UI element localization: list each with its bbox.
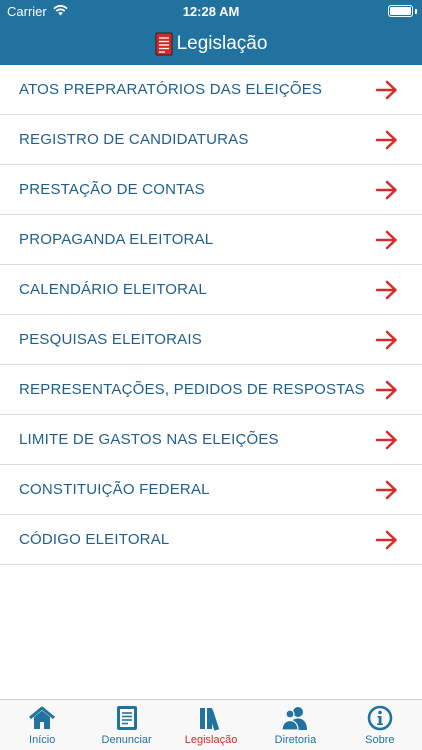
list-item-constituicao-federal[interactable]: CONSTITUIÇÃO FEDERAL	[0, 465, 422, 515]
arrow-right-icon	[376, 330, 397, 350]
list-item-representacoes[interactable]: REPRESENTAÇÕES, PEDIDOS DE RESPOSTAS	[0, 365, 422, 415]
arrow-right-icon	[376, 80, 397, 100]
arrow-right-icon	[376, 380, 397, 400]
tab-inicio[interactable]: Início	[0, 700, 84, 750]
list-item-prestacao-contas[interactable]: PRESTAÇÃO DE CONTAS	[0, 165, 422, 215]
tab-label: Diretoria	[274, 734, 317, 746]
tab-denunciar[interactable]: Denunciar	[84, 700, 168, 750]
list-item-propaganda-eleitoral[interactable]: PROPAGANDA ELEITORAL	[0, 215, 422, 265]
tab-legislacao[interactable]: Legislação	[169, 700, 253, 750]
tab-label: Sobre	[365, 734, 395, 746]
list-item-calendario-eleitoral[interactable]: CALENDÁRIO ELEITORAL	[0, 265, 422, 315]
arrow-right-icon	[376, 230, 397, 250]
list-item-label: PROPAGANDA ELEITORAL	[19, 231, 214, 248]
list-item-label: ATOS PREPRARATÓRIOS DAS ELEIÇÕES	[19, 81, 323, 98]
status-bar: Carrier 12:28 AM	[0, 0, 422, 22]
arrow-right-icon	[376, 480, 397, 500]
tab-label: Legislação	[184, 734, 238, 746]
arrow-right-icon	[376, 530, 397, 550]
arrow-right-icon	[376, 180, 397, 200]
list-item-registro-candidaturas[interactable]: REGISTRO DE CANDIDATURAS	[0, 115, 422, 165]
list-item-label: CONSTITUIÇÃO FEDERAL	[19, 481, 210, 498]
list-item-label: PRESTAÇÃO DE CONTAS	[19, 181, 205, 198]
list-item-label: LIMITE DE GASTOS NAS ELEIÇÕES	[19, 431, 279, 448]
list-item-limite-gastos[interactable]: LIMITE DE GASTOS NAS ELEIÇÕES	[0, 415, 422, 465]
list-item-codigo-eleitoral[interactable]: CÓDIGO ELEITORAL	[0, 515, 422, 565]
tab-label: Início	[29, 734, 56, 746]
battery-icon	[388, 5, 413, 17]
books-icon	[200, 708, 220, 731]
list-item-pesquisas-eleitorais[interactable]: PESQUISAS ELEITORAIS	[0, 315, 422, 365]
info-icon	[367, 705, 393, 731]
arrow-right-icon	[376, 430, 397, 450]
list-item-label: REPRESENTAÇÕES, PEDIDOS DE RESPOSTAS	[19, 381, 365, 398]
list-item-label: PESQUISAS ELEITORAIS	[19, 331, 202, 348]
tab-diretoria[interactable]: Diretoria	[253, 700, 337, 750]
document-icon	[155, 32, 173, 56]
list-item-label: REGISTRO DE CANDIDATURAS	[19, 131, 249, 148]
list-item-label: CALENDÁRIO ELEITORAL	[19, 281, 207, 298]
arrow-right-icon	[376, 280, 397, 300]
list-item-label: CÓDIGO ELEITORAL	[19, 531, 170, 548]
status-time: 12:28 AM	[182, 4, 240, 19]
page-title: Legislação	[176, 33, 268, 54]
battery-tip	[415, 9, 417, 14]
tab-bar: Início Denunciar Legislação Diretoria So…	[0, 699, 422, 750]
report-icon	[116, 706, 137, 730]
arrow-right-icon	[376, 130, 397, 150]
nav-bar: Legislação	[0, 30, 422, 58]
tab-label: Denunciar	[101, 734, 152, 746]
tab-sobre[interactable]: Sobre	[338, 700, 422, 750]
people-icon	[281, 707, 308, 731]
legislation-list: ATOS PREPRARATÓRIOS DAS ELEIÇÕES REGISTR…	[0, 65, 422, 565]
list-item-atos-preparatorios[interactable]: ATOS PREPRARATÓRIOS DAS ELEIÇÕES	[0, 65, 422, 115]
home-icon	[29, 706, 56, 729]
header: Carrier 12:28 AM Legislação	[0, 0, 422, 65]
